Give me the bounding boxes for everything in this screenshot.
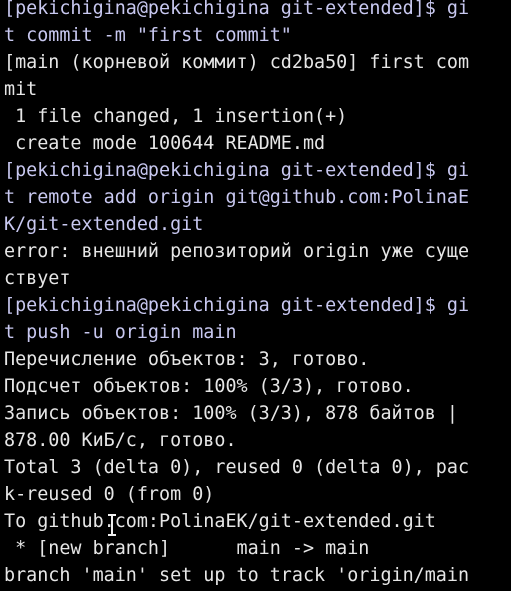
- terminal-line: create mode 100644 README.md: [4, 133, 326, 154]
- terminal-line: K/git-extended.git: [4, 214, 204, 235]
- terminal-line: error: внешний репозиторий origin уже су…: [4, 241, 470, 262]
- terminal-line: [pekichigina@pekichigina git-extended]$ …: [4, 295, 470, 316]
- terminal-line: 1 file changed, 1 insertion(+): [4, 106, 348, 127]
- terminal-line: To github.com:PolinaEK/git-extended.git: [4, 511, 436, 532]
- terminal-line: [pekichigina@pekichigina git-extended]$ …: [4, 160, 470, 181]
- terminal-line: 878.00 КиБ/с, готово.: [4, 430, 237, 451]
- terminal-line: Перечисление объектов: 3, готово.: [4, 349, 370, 370]
- terminal-line: t push -u origin main: [4, 322, 237, 343]
- terminal-line: t remote add origin git@github.com:Polin…: [4, 187, 470, 208]
- terminal-line: Total 3 (delta 0), reused 0 (delta 0), p…: [4, 457, 470, 478]
- terminal-line: k-reused 0 (from 0): [4, 484, 215, 505]
- terminal-line: * [new branch] main -> main: [4, 538, 370, 559]
- terminal-line: [main (корневой коммит) cd2ba50] first c…: [4, 52, 470, 73]
- terminal-line: ствует: [4, 268, 71, 289]
- terminal-line: Запись объектов: 100% (3/3), 878 байтов …: [4, 403, 458, 424]
- ibeam-cursor-icon: [107, 514, 117, 536]
- terminal-line: t commit -m "first commit": [4, 25, 292, 46]
- terminal-line: mit: [4, 79, 38, 100]
- terminal-line: branch 'main' set up to track 'origin/ma…: [4, 565, 470, 586]
- terminal-line: Подсчет объектов: 100% (3/3), готово.: [4, 376, 414, 397]
- terminal-line: [pekichigina@pekichigina git-extended]$ …: [4, 0, 470, 19]
- terminal-output[interactable]: [pekichigina@pekichigina git-extended]$ …: [0, 0, 511, 591]
